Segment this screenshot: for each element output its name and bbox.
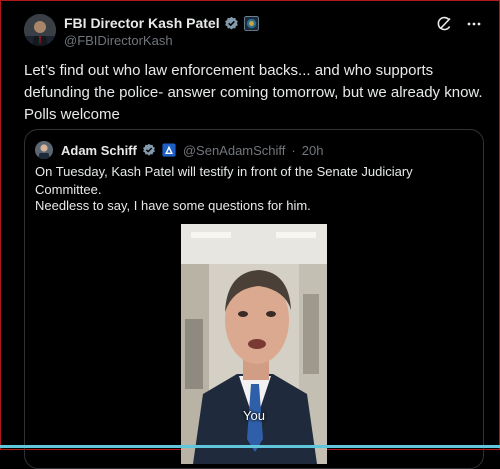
quoted-post-header: Adam Schiff @SenAdamSchiff · 20h — [35, 141, 323, 159]
verified-badge-icon — [224, 15, 240, 31]
quoted-author-handle: @SenAdamSchiff — [182, 142, 286, 158]
quoted-avatar — [35, 141, 53, 159]
video-frame — [181, 224, 327, 464]
quoted-timestamp: 20h — [301, 142, 324, 158]
author-name[interactable]: FBI Director Kash Patel — [64, 15, 220, 31]
verified-badge-icon — [141, 142, 157, 158]
quoted-author-name: Adam Schiff — [61, 142, 137, 158]
video-caption: You — [243, 408, 265, 423]
affiliate-seal-icon[interactable] — [244, 15, 260, 31]
bottom-divider — [0, 445, 500, 448]
avatar[interactable] — [24, 14, 56, 46]
author-name-row: FBI Director Kash Patel — [64, 15, 260, 31]
government-badge-icon — [161, 142, 177, 158]
separator-dot: · — [291, 142, 296, 158]
top-actions — [436, 16, 482, 32]
author-handle[interactable]: @FBIDirectorKash — [64, 33, 173, 48]
quoted-text-line-2: Needless to say, I have some questions f… — [35, 198, 311, 213]
quoted-post[interactable]: Adam Schiff @SenAdamSchiff · 20h On Tues… — [24, 129, 484, 469]
video-player[interactable]: You — [181, 224, 327, 464]
quoted-text-line-1: On Tuesday, Kash Patel will testify in f… — [35, 164, 413, 197]
post-text: Let’s find out who law enforcement backs… — [24, 62, 483, 123]
more-options-icon[interactable] — [466, 16, 482, 32]
grok-icon[interactable] — [436, 16, 452, 32]
